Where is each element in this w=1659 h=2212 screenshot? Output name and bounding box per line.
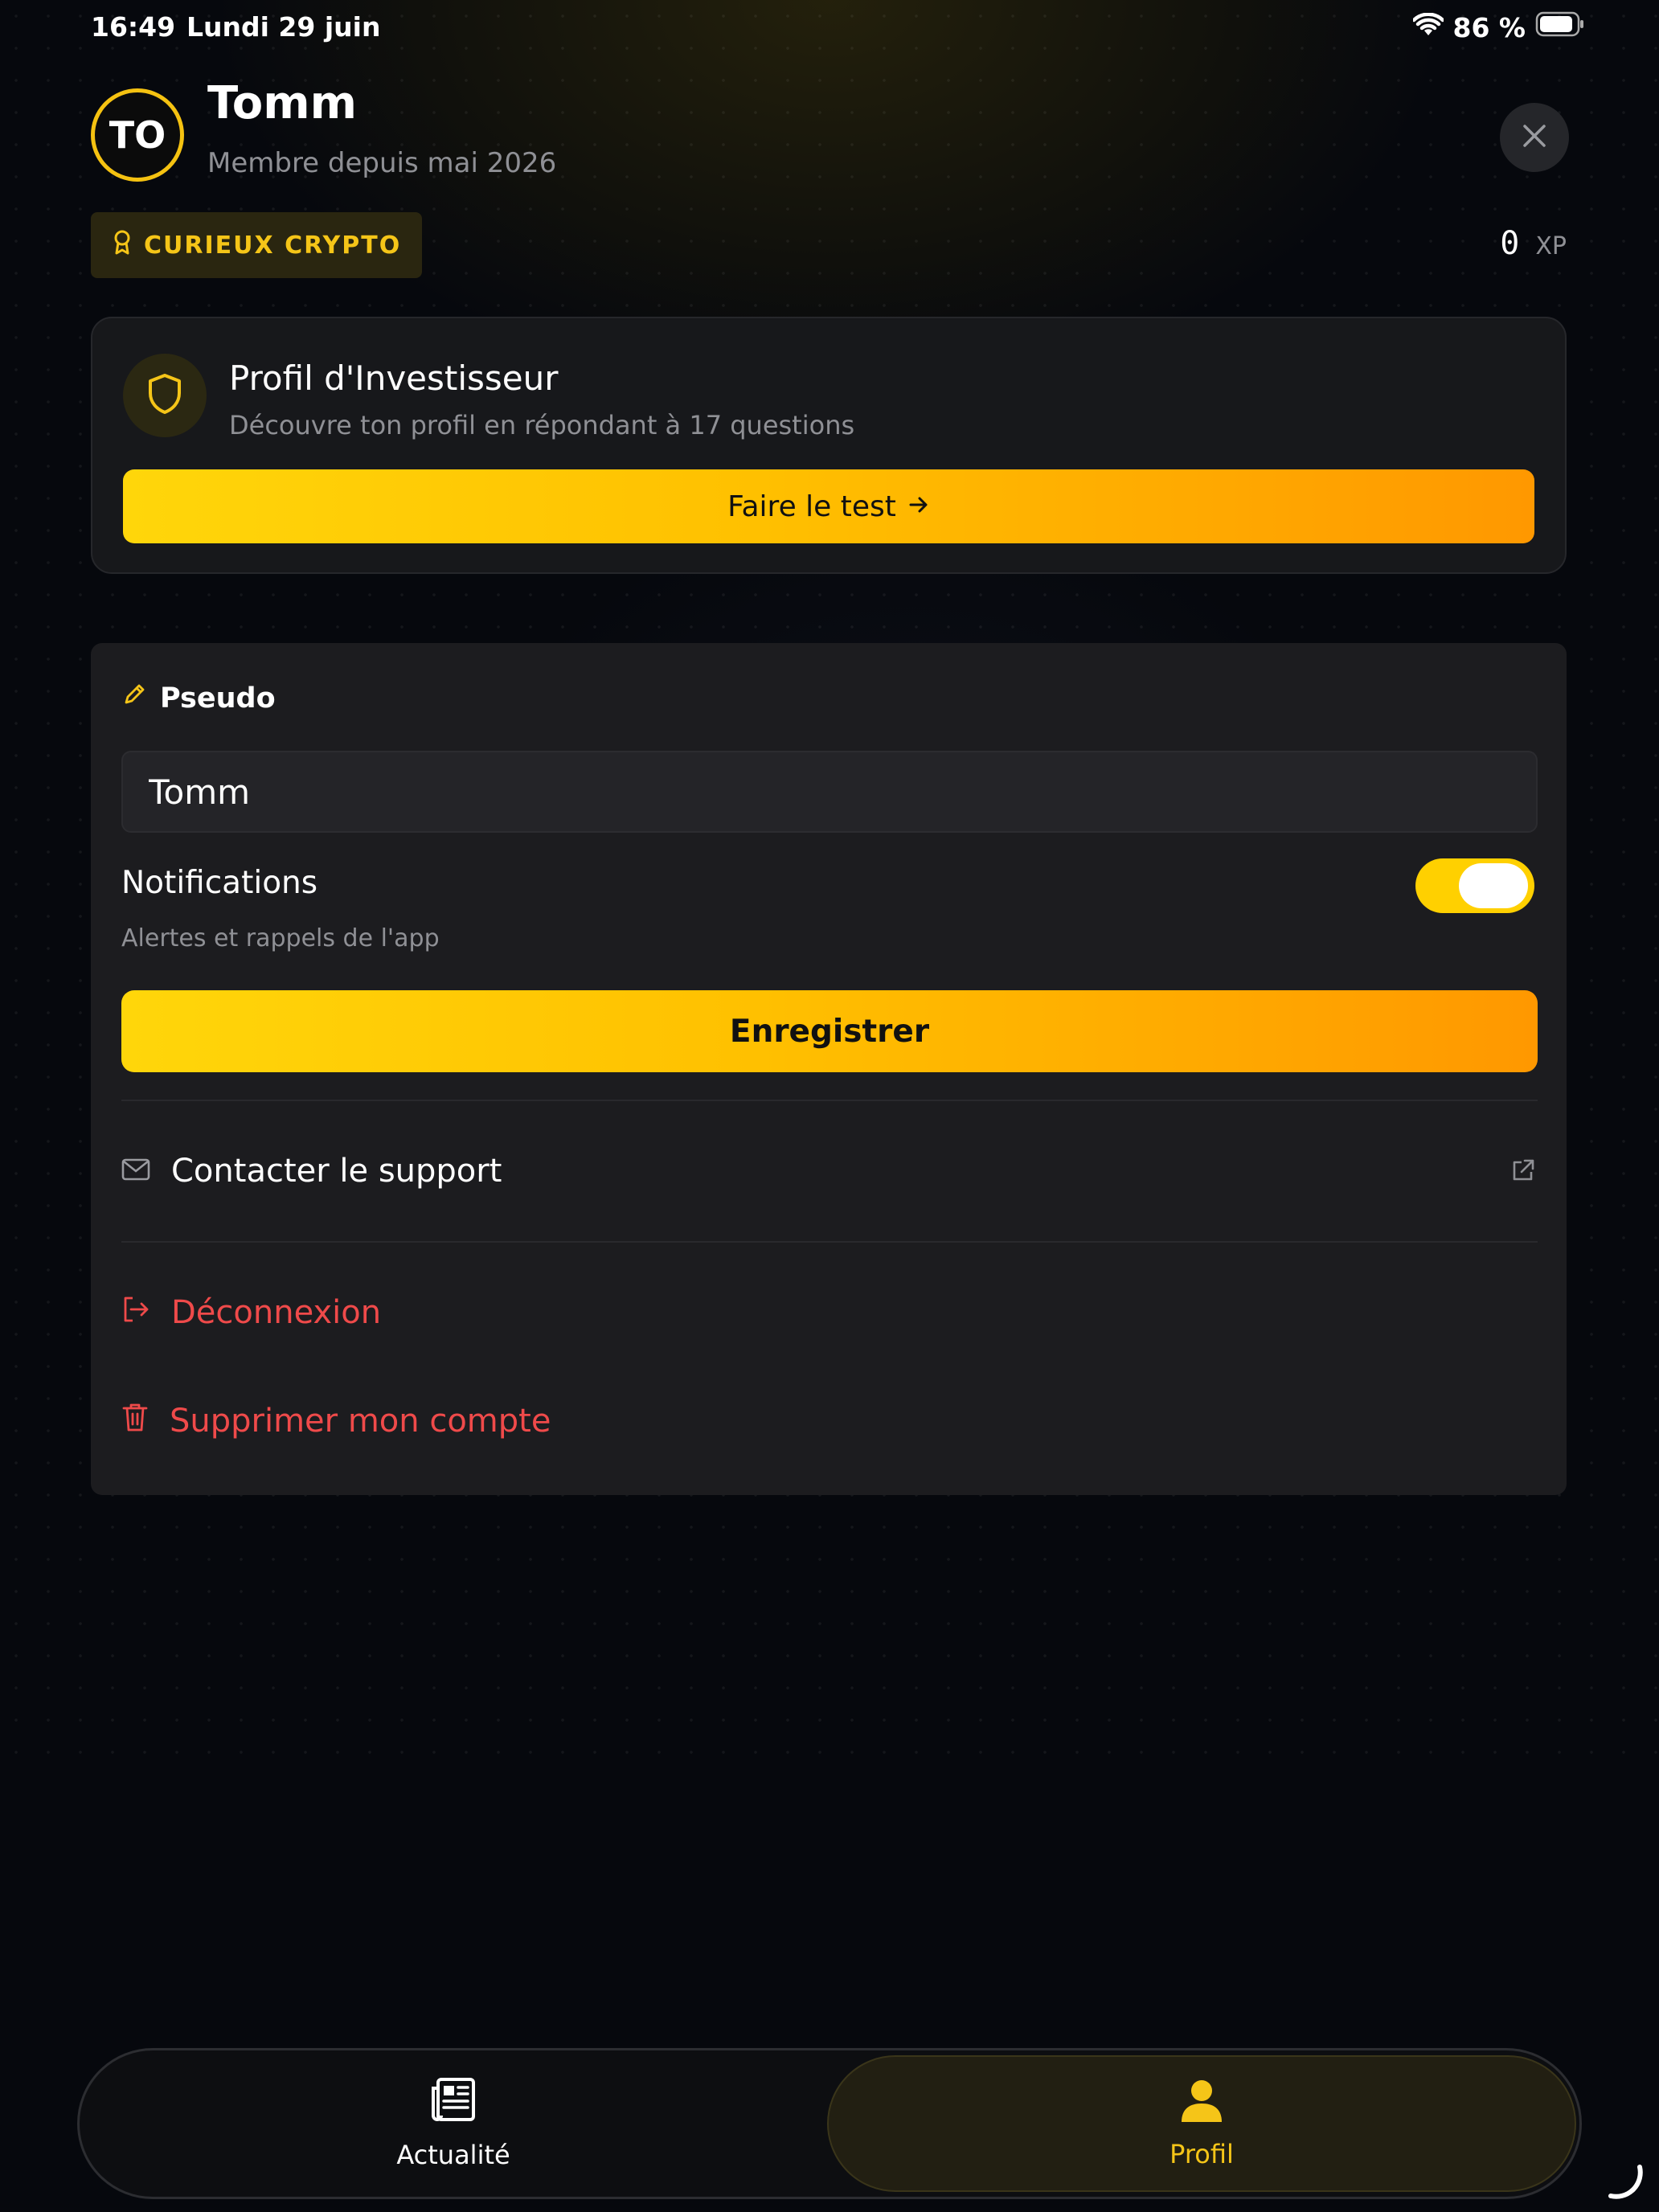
pseudo-input[interactable] <box>121 751 1538 833</box>
user-name: Tomm <box>207 77 357 129</box>
toggle-knob <box>1459 863 1528 908</box>
battery-icon <box>1535 11 1585 43</box>
contact-support-row[interactable]: Contacter le support <box>121 1153 502 1190</box>
xp-value: 0 <box>1500 225 1520 262</box>
save-button[interactable]: Enregistrer <box>121 990 1538 1072</box>
investor-card-subtitle: Découvre ton profil en répondant à 17 qu… <box>229 410 855 440</box>
status-date: Lundi 29 juin <box>186 11 381 43</box>
rank-label: CURIEUX CRYPTO <box>144 231 402 260</box>
rank-badge: CURIEUX CRYPTO <box>91 212 423 278</box>
resize-handle[interactable] <box>1606 2164 1643 2202</box>
take-test-label: Faire le test <box>727 490 896 523</box>
shield-icon <box>146 373 183 418</box>
nav-label-profile: Profil <box>1169 2139 1234 2169</box>
close-button[interactable] <box>1500 103 1569 172</box>
shield-icon-wrapper <box>123 354 207 437</box>
contact-support-label: Contacter le support <box>171 1153 502 1190</box>
close-icon <box>1521 122 1548 153</box>
logout-row[interactable]: Déconnexion <box>121 1294 381 1331</box>
notifications-title: Notifications <box>121 865 318 901</box>
external-link-icon <box>1510 1157 1536 1186</box>
bottom-nav: Actualité Profil <box>77 2048 1582 2199</box>
wifi-icon <box>1411 12 1444 43</box>
take-test-button[interactable]: Faire le test <box>123 469 1534 543</box>
investor-profile-card: Profil d'Investisseur Découvre ton profi… <box>91 317 1567 574</box>
arrow-right-icon <box>907 490 930 523</box>
divider <box>121 1100 1538 1101</box>
award-icon <box>112 229 133 261</box>
nav-item-profile[interactable]: Profil <box>827 2055 1576 2192</box>
battery-percent: 86 % <box>1452 11 1526 43</box>
xp-unit: XP <box>1535 232 1567 260</box>
nav-item-news[interactable]: Actualité <box>80 2050 827 2197</box>
logout-icon <box>121 1294 150 1331</box>
divider <box>121 1241 1538 1243</box>
xp-counter: 0 XP <box>1500 225 1567 262</box>
pseudo-label: Pseudo <box>121 682 276 715</box>
delete-account-row[interactable]: Supprimer mon compte <box>121 1402 551 1440</box>
notifications-toggle[interactable] <box>1415 858 1534 913</box>
status-time: 16:49 <box>91 11 176 43</box>
user-icon <box>1179 2078 1224 2129</box>
member-since: Membre depuis mai 2026 <box>207 147 557 179</box>
settings-card: Pseudo Notifications Alertes et rappels … <box>91 643 1567 1495</box>
logout-label: Déconnexion <box>171 1294 382 1331</box>
mail-icon <box>121 1153 150 1190</box>
notifications-subtitle: Alertes et rappels de l'app <box>121 924 440 952</box>
delete-account-label: Supprimer mon compte <box>170 1403 551 1440</box>
trash-icon <box>121 1402 149 1440</box>
newspaper-icon <box>430 2077 477 2128</box>
investor-card-title: Profil d'Investisseur <box>229 358 559 398</box>
nav-label-news: Actualité <box>396 2140 510 2170</box>
avatar: TO <box>91 88 184 182</box>
status-indicators: 86 % <box>1411 11 1585 43</box>
pencil-icon <box>121 682 147 715</box>
pseudo-label-text: Pseudo <box>160 682 276 715</box>
